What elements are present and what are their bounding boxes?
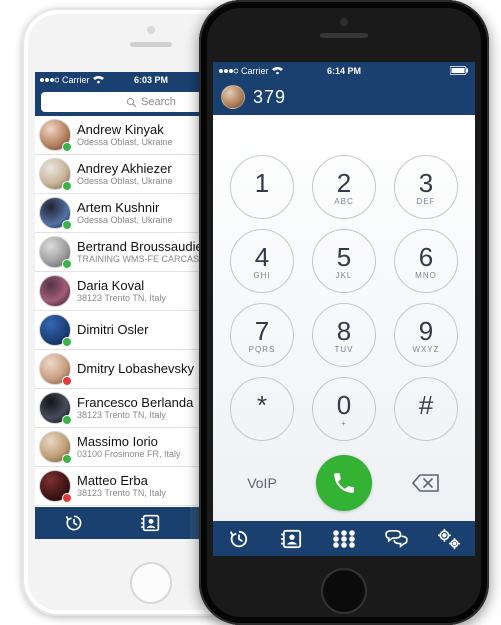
dialpad-area: 1 2 ABC 3 DEF 4 GHI — [213, 115, 475, 521]
avatar — [39, 197, 71, 229]
avatar — [39, 353, 71, 385]
call-row: VoIP — [230, 455, 458, 511]
backspace-icon — [412, 473, 440, 493]
status-bar: Carrier 6:14 PM — [213, 62, 475, 79]
key-digit: 7 — [255, 318, 269, 344]
tab-history[interactable] — [35, 507, 112, 539]
key-letters: GHI — [253, 271, 270, 279]
tab-chat[interactable] — [370, 521, 422, 556]
home-button[interactable] — [130, 562, 172, 604]
caller-avatar[interactable] — [221, 85, 245, 109]
avatar — [39, 314, 71, 346]
dialpad-key[interactable]: 9 WXYZ — [394, 303, 458, 367]
avatar — [39, 236, 71, 268]
dialpad-key[interactable]: 5 JKL — [312, 229, 376, 293]
avatar — [39, 158, 71, 190]
avatar — [39, 275, 71, 307]
avatar — [39, 119, 71, 151]
key-letters: + — [341, 419, 347, 427]
avatar — [39, 431, 71, 463]
screen-dialer: Carrier 6:14 PM 379 1 — [213, 62, 475, 556]
key-digit: # — [419, 392, 433, 418]
history-icon — [228, 528, 250, 550]
key-letters: PQRS — [249, 345, 276, 353]
phone-icon — [331, 470, 357, 496]
earpiece — [320, 33, 368, 38]
key-letters: JKL — [336, 271, 353, 279]
dial-header: 379 — [213, 79, 475, 115]
battery-icon — [450, 66, 470, 75]
dialpad-key[interactable]: * — [230, 377, 294, 441]
presence-dot — [62, 454, 72, 464]
dialpad-key[interactable]: 1 — [230, 155, 294, 219]
dialed-number: 379 — [253, 87, 286, 108]
home-button[interactable] — [321, 568, 367, 614]
signal-icon — [218, 67, 238, 75]
earpiece — [130, 42, 172, 47]
key-digit: 6 — [419, 244, 433, 270]
presence-dot — [62, 259, 72, 269]
address-book-icon — [281, 529, 303, 549]
key-digit: * — [257, 392, 267, 418]
phone-black: Carrier 6:14 PM 379 1 — [199, 0, 489, 625]
dialpad-key[interactable]: # — [394, 377, 458, 441]
key-letters: MNO — [415, 271, 437, 279]
presence-dot — [62, 415, 72, 425]
dialpad-key[interactable]: 2 ABC — [312, 155, 376, 219]
keypad: 1 2 ABC 3 DEF 4 GHI — [230, 155, 458, 441]
presence-dot — [62, 142, 72, 152]
front-camera — [147, 26, 155, 34]
key-digit: 3 — [419, 170, 433, 196]
carrier-label: Carrier — [62, 75, 90, 85]
signal-icon — [39, 76, 59, 84]
presence-dot — [62, 376, 72, 386]
search-icon — [126, 97, 137, 108]
presence-dot — [62, 181, 72, 191]
wifi-icon — [93, 76, 104, 84]
status-time: 6:03 PM — [134, 75, 168, 85]
tab-bar — [213, 521, 475, 556]
avatar — [39, 392, 71, 424]
backspace-button[interactable] — [394, 473, 458, 493]
search-placeholder: Search — [141, 96, 176, 108]
history-icon — [64, 513, 84, 533]
key-digit: 8 — [337, 318, 351, 344]
front-camera — [340, 18, 348, 26]
dialpad-key[interactable]: 6 MNO — [394, 229, 458, 293]
tab-contacts[interactable] — [112, 507, 189, 539]
tab-dialpad[interactable] — [318, 521, 370, 556]
tab-contacts[interactable] — [265, 521, 317, 556]
dialpad-key[interactable]: 4 GHI — [230, 229, 294, 293]
key-digit: 2 — [337, 170, 351, 196]
wifi-icon — [272, 67, 283, 75]
key-digit: 4 — [255, 244, 269, 270]
presence-dot — [62, 220, 72, 230]
carrier-label: Carrier — [241, 66, 269, 76]
key-digit: 9 — [419, 318, 433, 344]
presence-dot — [62, 493, 72, 503]
settings-icon — [437, 528, 461, 550]
status-time: 6:14 PM — [327, 66, 361, 76]
dialpad-key[interactable]: 3 DEF — [394, 155, 458, 219]
key-digit: 0 — [337, 392, 351, 418]
chat-icon — [384, 529, 408, 549]
dialpad-icon — [332, 529, 356, 549]
key-letters: WXYZ — [412, 345, 439, 353]
avatar — [39, 470, 71, 502]
key-letters: ABC — [334, 197, 353, 205]
dialpad-key[interactable]: 0 + — [312, 377, 376, 441]
address-book-icon — [141, 514, 161, 532]
key-letters: DEF — [417, 197, 436, 205]
tab-settings[interactable] — [423, 521, 475, 556]
key-letters: TUV — [335, 345, 354, 353]
key-digit: 5 — [337, 244, 351, 270]
dialpad-key[interactable]: 7 PQRS — [230, 303, 294, 367]
dialpad-key[interactable]: 8 TUV — [312, 303, 376, 367]
tab-history[interactable] — [213, 521, 265, 556]
avatar-image — [39, 275, 71, 307]
voip-label[interactable]: VoIP — [230, 475, 294, 491]
key-digit: 1 — [255, 170, 269, 196]
presence-dot — [62, 337, 72, 347]
call-button[interactable] — [316, 455, 372, 511]
